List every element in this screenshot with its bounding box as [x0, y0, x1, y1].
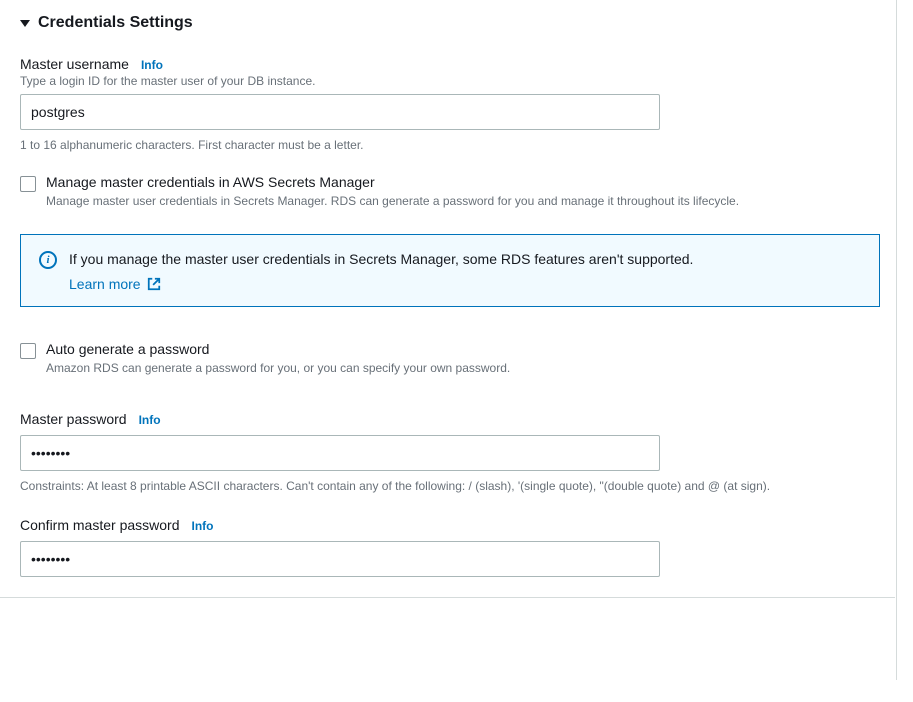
confirm-password-field: Confirm master password Info — [20, 517, 875, 577]
master-username-field: Master username Info Type a login ID for… — [20, 56, 875, 154]
master-username-info-link[interactable]: Info — [141, 58, 163, 72]
secrets-manager-checkbox-block: Manage master credentials in AWS Secrets… — [20, 174, 875, 210]
panel-right-border — [896, 0, 897, 680]
master-password-info-link[interactable]: Info — [139, 413, 161, 427]
info-banner: i If you manage the master user credenti… — [20, 234, 880, 307]
info-icon: i — [39, 251, 57, 269]
section-title: Credentials Settings — [38, 14, 193, 32]
master-username-description: Type a login ID for the master user of y… — [20, 74, 875, 88]
master-password-field: Master password Info Constraints: At lea… — [20, 411, 875, 495]
master-password-hint: Constraints: At least 8 printable ASCII … — [20, 477, 875, 495]
info-banner-text: If you manage the master user credential… — [69, 249, 693, 270]
secrets-manager-label: Manage master credentials in AWS Secrets… — [46, 174, 875, 190]
section-header[interactable]: Credentials Settings — [20, 0, 875, 40]
master-password-label: Master password — [20, 411, 127, 427]
auto-generate-checkbox-block: Auto generate a password Amazon RDS can … — [20, 341, 875, 377]
auto-generate-checkbox[interactable] — [20, 343, 36, 359]
confirm-password-info-link[interactable]: Info — [192, 519, 214, 533]
auto-generate-label: Auto generate a password — [46, 341, 875, 357]
master-username-hint: 1 to 16 alphanumeric characters. First c… — [20, 136, 875, 154]
collapse-toggle-icon — [20, 20, 30, 27]
master-password-input[interactable] — [20, 435, 660, 471]
confirm-password-input[interactable] — [20, 541, 660, 577]
secrets-manager-description: Manage master user credentials in Secret… — [46, 194, 739, 208]
external-link-icon — [147, 277, 161, 291]
confirm-password-label: Confirm master password — [20, 517, 180, 533]
learn-more-link[interactable]: Learn more — [69, 276, 141, 292]
credentials-settings-panel: Credentials Settings Master username Inf… — [0, 0, 895, 598]
master-username-input[interactable] — [20, 94, 660, 130]
master-username-label: Master username — [20, 56, 129, 72]
secrets-manager-checkbox[interactable] — [20, 176, 36, 192]
auto-generate-description: Amazon RDS can generate a password for y… — [46, 361, 510, 375]
